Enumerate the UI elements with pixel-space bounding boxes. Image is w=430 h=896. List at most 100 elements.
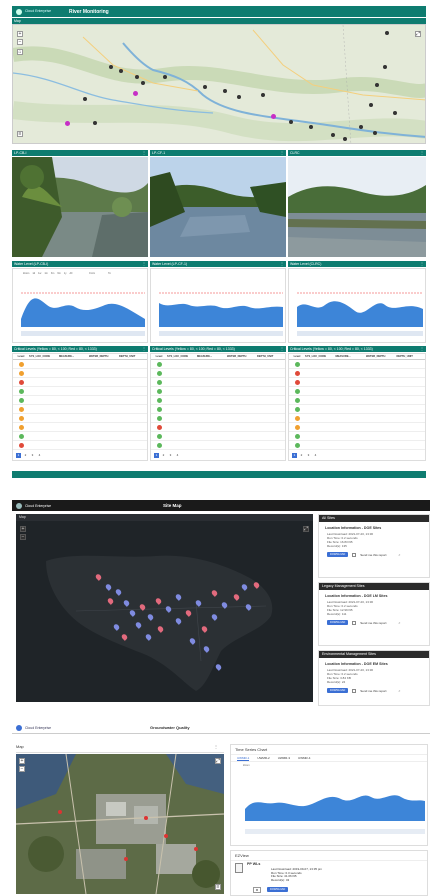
column-header[interactable]: Level xyxy=(151,355,165,358)
download-button[interactable]: DOWNLOAD xyxy=(327,620,349,625)
table-row[interactable] xyxy=(289,414,425,423)
page-button[interactable]: 2 xyxy=(299,453,304,458)
home-button[interactable]: ⌂ xyxy=(17,49,23,55)
river-map[interactable]: + − ⌂ ≡ ⤢ xyxy=(12,24,426,144)
column-header[interactable]: WATER_DEPTH xyxy=(364,355,395,358)
map-marker-selected[interactable] xyxy=(133,91,138,96)
zoom-1y-button[interactable]: 1y xyxy=(64,272,67,275)
map-marker[interactable] xyxy=(141,81,145,85)
critical-levels-table[interactable]: Level SYS_LOC_CODE MEASURE... WATER_DEPTH DE… xyxy=(150,353,286,461)
map-marker[interactable] xyxy=(109,65,113,69)
table-row[interactable] xyxy=(13,387,147,396)
column-header[interactable]: WATER_DEPTH xyxy=(87,355,117,358)
map-marker[interactable] xyxy=(83,97,87,101)
table-row[interactable] xyxy=(289,369,425,378)
page-button[interactable]: 3 xyxy=(306,453,311,458)
page-button[interactable]: 2 xyxy=(23,453,28,458)
table-row[interactable] xyxy=(151,414,285,423)
table-row[interactable] xyxy=(151,441,285,450)
table-row[interactable] xyxy=(289,405,425,414)
page-button[interactable]: 4 xyxy=(313,453,318,458)
table-row[interactable] xyxy=(151,396,285,405)
water-level-chart[interactable]: Zoom 1d 1w 1m 3m 6m 1y All From To xyxy=(12,268,148,343)
settings-icon[interactable]: ⚙ xyxy=(253,887,261,893)
tab-uwmr-4[interactable]: UWMR-4 xyxy=(298,756,310,760)
tab-uwmr-2[interactable]: UWMR-2 xyxy=(257,756,269,760)
zoom-in-button[interactable]: + xyxy=(17,31,23,37)
layers-button[interactable]: ≡ xyxy=(17,131,23,137)
map-marker[interactable] xyxy=(119,69,123,73)
map-marker[interactable] xyxy=(359,125,363,129)
table-row[interactable] xyxy=(151,387,285,396)
zoom-1m-button[interactable]: 1m xyxy=(44,272,47,275)
table-row[interactable] xyxy=(13,369,147,378)
page-button[interactable]: 1 xyxy=(154,453,159,458)
table-row[interactable] xyxy=(13,360,147,369)
map-marker[interactable] xyxy=(237,95,241,99)
fullscreen-button[interactable]: ⤢ xyxy=(415,31,421,37)
map-marker[interactable] xyxy=(373,131,377,135)
water-level-chart[interactable] xyxy=(150,268,286,343)
fullscreen-button[interactable]: ⤢ xyxy=(303,526,309,532)
column-header[interactable]: MEASURE... xyxy=(57,355,87,358)
zoom-out-button[interactable]: − xyxy=(17,39,23,45)
download-button[interactable]: DOWNLOAD xyxy=(327,688,349,693)
table-row[interactable] xyxy=(289,387,425,396)
map-marker-selected[interactable] xyxy=(65,121,70,126)
send-report-checkbox[interactable] xyxy=(352,688,357,693)
table-row[interactable] xyxy=(151,405,285,414)
column-header[interactable]: SYS_LOC_CODE xyxy=(27,355,57,358)
map-marker[interactable] xyxy=(343,137,347,141)
map-marker[interactable] xyxy=(369,103,373,107)
column-header[interactable]: DEPTH_UNIT xyxy=(117,355,147,358)
column-header[interactable]: WATER_DEPTH xyxy=(225,355,255,358)
table-row[interactable] xyxy=(151,369,285,378)
column-header[interactable]: SYS_LOC_CODE xyxy=(303,355,334,358)
map-marker[interactable] xyxy=(203,85,207,89)
table-row[interactable] xyxy=(13,432,147,441)
map-marker[interactable] xyxy=(135,75,139,79)
map-marker[interactable] xyxy=(163,75,167,79)
column-header[interactable]: Level xyxy=(289,355,303,358)
send-report-checkbox[interactable] xyxy=(352,552,357,557)
table-row[interactable] xyxy=(289,360,425,369)
map-marker[interactable] xyxy=(383,65,387,69)
aerial-map[interactable]: + − ⤢ ≡ xyxy=(16,754,224,894)
map-marker[interactable] xyxy=(375,83,379,87)
share-icon[interactable]: < xyxy=(398,621,400,625)
more-icon[interactable]: ⋮ xyxy=(214,744,218,749)
table-row[interactable] xyxy=(151,432,285,441)
zoom-1d-button[interactable]: 1d xyxy=(32,272,35,275)
table-row[interactable] xyxy=(13,378,147,387)
table-row[interactable] xyxy=(13,414,147,423)
map-marker[interactable] xyxy=(385,31,389,35)
table-row[interactable] xyxy=(13,405,147,414)
layers-button[interactable]: ≡ xyxy=(215,884,221,890)
column-header[interactable]: DEPTH_UNIT xyxy=(395,355,426,358)
tab-uwmr-3[interactable]: UWMR-3 xyxy=(278,756,290,760)
zoom-out-button[interactable]: − xyxy=(20,534,26,540)
water-level-chart[interactable] xyxy=(288,268,426,343)
send-report-checkbox[interactable] xyxy=(352,620,357,625)
zoom-1w-button[interactable]: 1w xyxy=(38,272,41,275)
table-row[interactable] xyxy=(289,441,425,450)
map-marker[interactable] xyxy=(289,120,293,124)
map-marker[interactable] xyxy=(261,93,265,97)
table-row[interactable] xyxy=(289,423,425,432)
table-row[interactable] xyxy=(289,432,425,441)
page-button[interactable]: 4 xyxy=(37,453,42,458)
page-button[interactable]: 1 xyxy=(292,453,297,458)
page-button[interactable]: 3 xyxy=(30,453,35,458)
map-marker[interactable] xyxy=(393,111,397,115)
page-button[interactable]: 4 xyxy=(175,453,180,458)
column-header[interactable]: DEPTH_UNIT xyxy=(255,355,285,358)
download-button[interactable]: DOWNLOAD xyxy=(327,552,349,557)
zoom-out-button[interactable]: − xyxy=(19,766,25,772)
fullscreen-button[interactable]: ⤢ xyxy=(215,758,221,764)
zoom-6m-button[interactable]: 6m xyxy=(57,272,60,275)
page-button[interactable]: 2 xyxy=(161,453,166,458)
page-button[interactable]: 3 xyxy=(168,453,173,458)
map-marker[interactable] xyxy=(309,125,313,129)
zoom-in-button[interactable]: + xyxy=(19,758,25,764)
critical-levels-table[interactable]: Level SYS_LOC_CODE MEASURE... WATER_DEPTH DE… xyxy=(288,353,426,461)
